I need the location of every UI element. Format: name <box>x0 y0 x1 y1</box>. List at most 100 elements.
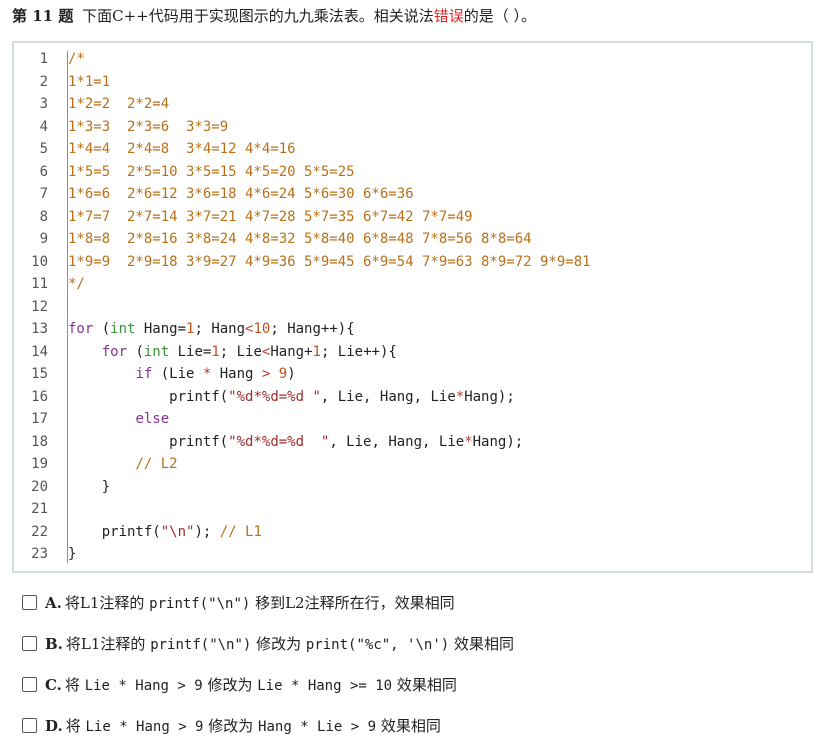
code-token: (Lie <box>152 366 203 382</box>
function-call: printf( <box>169 388 229 405</box>
code-source: */ <box>68 273 85 295</box>
option-c[interactable]: C. 将 Lie * Hang > 9 修改为 Lie * Hang >= 10 … <box>22 673 457 697</box>
option-text: 将 <box>64 676 85 694</box>
keyword-for: for <box>68 321 94 337</box>
string-literal: "\n" <box>160 523 195 540</box>
question-stem: 第 11 题 下面C++代码用于实现图示的九九乘法表。相关说法错误的是（ ）。 <box>12 5 536 27</box>
option-text: 效果相同 <box>376 717 441 735</box>
code-source: } <box>68 543 76 565</box>
code-comment: 1*9=9 2*9=18 3*9=27 4*9=36 5*9=45 6*9=54… <box>68 253 591 270</box>
line-number: 14 <box>31 343 48 360</box>
code-comment: 1*3=3 2*3=6 3*3=9 <box>68 118 229 135</box>
line-number: 23 <box>31 546 48 562</box>
code-source: 1*9=9 2*9=18 3*9=27 4*9=36 5*9=45 6*9=54… <box>68 251 591 273</box>
code-token: } <box>101 478 111 495</box>
number-literal: 1 <box>211 343 220 360</box>
line-number: 1 <box>39 51 48 67</box>
line-number: 15 <box>31 366 48 382</box>
line-number: 18 <box>31 433 48 450</box>
line-number: 8 <box>39 208 48 225</box>
code-token: ( <box>127 343 144 360</box>
code-token: Lie= <box>169 343 212 360</box>
code-token: Hang); <box>464 388 515 405</box>
option-text: 效果相同 <box>449 635 514 653</box>
code-comment: /* <box>68 51 85 67</box>
code-source: 1*5=5 2*5=10 3*5=15 4*5=20 5*5=25 <box>68 161 355 183</box>
code-source: } <box>68 476 110 498</box>
option-code: Lie * Hang > 9 <box>85 719 204 735</box>
code-comment: 1*7=7 2*7=14 3*7=21 4*7=28 5*7=35 6*7=42… <box>68 208 473 225</box>
line-number: 2 <box>39 73 48 90</box>
code-source: 1*4=4 2*4=8 3*4=12 4*4=16 <box>68 138 296 160</box>
option-checkbox[interactable] <box>22 718 37 733</box>
code-token: Hang+ <box>270 343 313 360</box>
option-code: printf("\n") <box>150 637 252 653</box>
line-number: 20 <box>31 478 48 495</box>
code-block: 1 /* 2 1*1=1 3 1*2=2 2*2=4 4 1*3=3 2*3=6 3*3=9 5… <box>12 41 813 573</box>
code-comment: 1*2=2 2*2=4 <box>68 96 170 112</box>
code-source: /* <box>68 48 85 70</box>
line-number: 4 <box>39 118 48 135</box>
option-text: 修改为 <box>202 676 258 694</box>
option-text: 移到L2注释所在行，效果相同 <box>250 594 455 612</box>
line-number: 22 <box>31 523 48 540</box>
line-number: 7 <box>39 186 48 202</box>
option-text: 修改为 <box>251 635 306 653</box>
keyword-if: if <box>135 366 153 382</box>
string-literal: "%d*%d=%d " <box>228 388 321 405</box>
option-letter: B. <box>45 635 63 653</box>
code-token: Hang <box>211 366 262 382</box>
code-token: ); <box>194 523 220 540</box>
code-comment: 1*1=1 <box>68 73 111 90</box>
code-comment: */ <box>68 276 85 292</box>
number-literal: 9 <box>278 366 288 382</box>
number-literal: 1 <box>312 343 321 360</box>
question-text-end: 的是（ ）。 <box>463 7 537 25</box>
option-checkbox[interactable] <box>22 636 37 651</box>
option-checkbox[interactable] <box>22 677 37 692</box>
operator: * <box>455 388 465 405</box>
option-letter: A. <box>45 594 62 612</box>
question-highlight: 错误 <box>433 7 464 25</box>
code-token: ; Lie <box>219 343 262 360</box>
option-code: Lie * Hang > 9 <box>84 678 203 694</box>
option-b[interactable]: B. 将L1注释的 printf("\n") 修改为 print("%c", '\… <box>22 632 514 656</box>
type-int: int <box>110 321 136 337</box>
line-number: 19 <box>31 456 48 472</box>
code-source: for (int Lie=1; Lie<Hang+1; Lie++){ <box>68 341 397 363</box>
code-token: ; Lie++){ <box>320 343 397 360</box>
code-source: 1*1=1 <box>68 71 110 93</box>
number-literal: 10 <box>253 321 271 337</box>
line-number: 3 <box>39 96 48 112</box>
code-source: 1*6=6 2*6=12 3*6=18 4*6=24 5*6=30 6*6=36 <box>68 183 414 205</box>
code-token: ; Hang++){ <box>270 321 355 337</box>
code-comment: 1*8=8 2*8=16 3*8=24 4*8=32 5*8=40 6*8=48… <box>68 231 532 247</box>
code-token: ; Hang <box>194 321 246 337</box>
type-int: int <box>143 343 170 360</box>
line-number: 16 <box>31 388 48 405</box>
option-text: 效果相同 <box>392 676 457 694</box>
option-letter: C. <box>45 676 62 694</box>
option-d[interactable]: D. 将 Lie * Hang > 9 修改为 Hang * Lie > 9 效果… <box>22 714 441 738</box>
code-comment: 1*6=6 2*6=12 3*6=18 4*6=24 5*6=30 6*6=36 <box>68 186 414 202</box>
option-code: printf("\n") <box>149 596 251 612</box>
code-comment-l2: // L2 <box>135 456 178 472</box>
option-code: Hang * Lie > 9 <box>258 719 377 735</box>
option-code: print("%c", '\n') <box>305 637 450 653</box>
code-token: ) <box>287 366 296 382</box>
option-checkbox[interactable] <box>22 595 37 610</box>
line-number: 12 <box>31 298 48 315</box>
option-a[interactable]: A. 将L1注释的 printf("\n") 移到L2注释所在行，效果相同 <box>22 591 455 615</box>
code-token: ( <box>93 321 111 337</box>
function-call: printf( <box>101 523 161 540</box>
code-token: Hang= <box>135 321 187 337</box>
line-number: 17 <box>31 411 48 427</box>
code-comment: 1*4=4 2*4=8 3*4=12 4*4=16 <box>68 141 296 157</box>
